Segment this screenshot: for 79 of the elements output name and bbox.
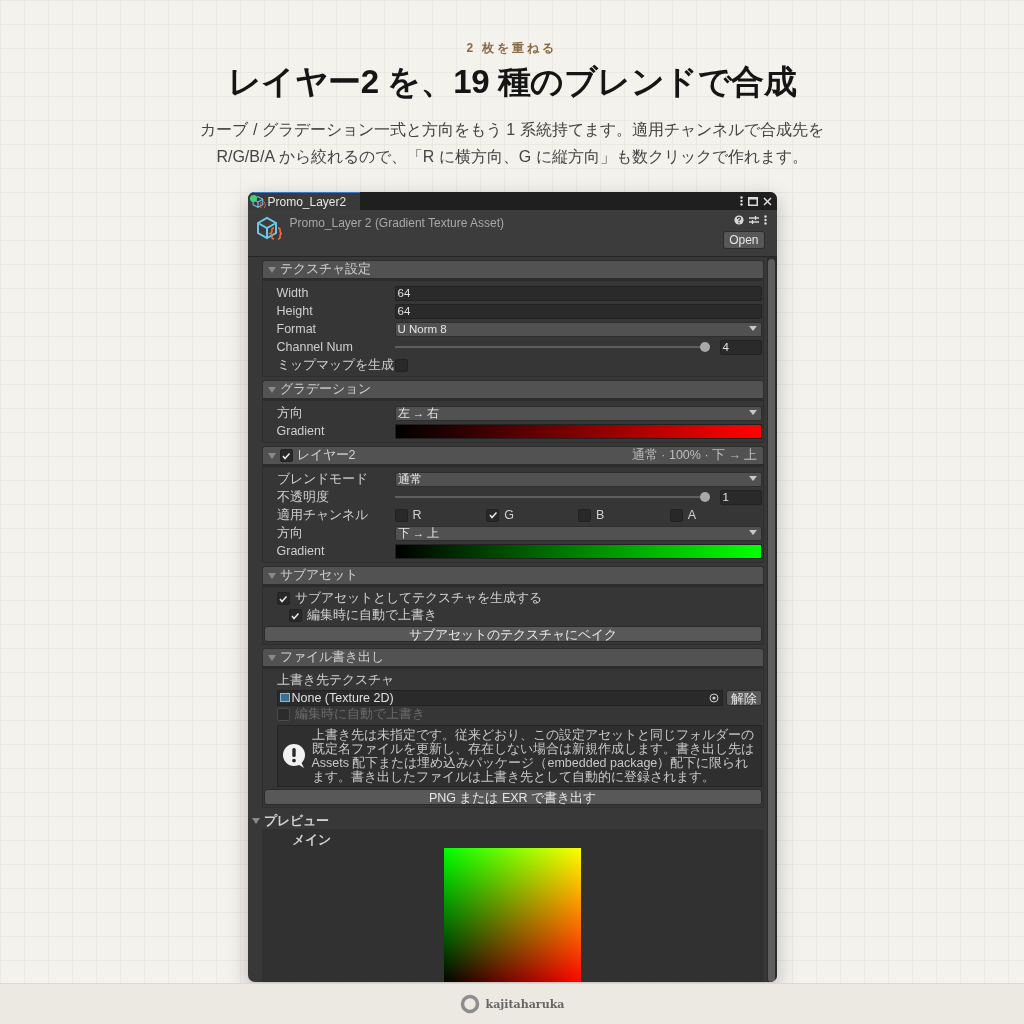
help-icon[interactable] [733, 215, 744, 225]
action-button[interactable]: PNG または EXR で書き出す [263, 789, 762, 805]
target-icon[interactable] [708, 692, 719, 703]
section-summary: 通常 · 100% · 下 → 上 [631, 447, 758, 464]
texture-icon [279, 693, 290, 702]
action-button[interactable]: サブアセットのテクスチャにベイク [263, 626, 762, 642]
caret-icon [748, 326, 757, 332]
gradient-bar[interactable] [394, 543, 762, 559]
preview-label: メイン [290, 832, 332, 847]
checkbox[interactable] [279, 449, 293, 462]
dropdown[interactable]: 下 → 上 [394, 525, 762, 541]
channel-label: B [596, 508, 605, 522]
channel-label: G [504, 508, 514, 522]
more-icon[interactable] [739, 196, 743, 206]
option-label: サブアセットとしてテクスチャを生成する [294, 590, 542, 607]
slider-thumb[interactable] [699, 492, 710, 502]
caret-icon [748, 476, 757, 482]
logo-ring-icon [459, 994, 480, 1014]
field-label: ミップマップを生成 [276, 356, 395, 374]
section-header[interactable]: テクスチャ設定 [261, 260, 764, 278]
field-label: 方向 [276, 524, 304, 542]
option-label: 編集時に自動で上書き [306, 607, 437, 624]
number-field[interactable]: 4 [719, 339, 762, 355]
eyebrow-text: 2 枚を重ねる [466, 40, 558, 56]
tab-title: Promo_Layer2 [267, 194, 347, 209]
number-field[interactable]: 64 [394, 285, 762, 301]
field-label: ブレンドモード [276, 470, 369, 488]
dropdown[interactable]: 左 → 右 [394, 405, 762, 421]
help-text: 上書き先は未指定です。従来どおり、この設定アセットと同じフォルダーの既定名ファイルを更新し、存在しない場合は新規作成します。書き出し先は Assets 配下または埋め込みパッケージ（embedded package）配下に限られます。書き出したファイルは上書き先として自動的に登録されます。 [311, 728, 755, 784]
window-tab[interactable]: Promo_Layer2 [247, 192, 361, 210]
lead-paragraph: カーブ / グラデーション一式と方向をもう 1 系統持てます。適用チャンネルで合成先を R/G/B/A から絞れるので、「R に横方向、G に縦方向」も数クリックで作れます。 [199, 120, 825, 167]
field-label: 上書き先テクスチャ [276, 672, 395, 689]
section-header[interactable]: サブアセット [261, 566, 764, 584]
field-label: Channel Num [276, 340, 354, 354]
section-header[interactable]: ファイル書き出し [261, 648, 764, 666]
expand-triangle-icon[interactable] [251, 817, 260, 825]
object-field[interactable]: None (Texture 2D) [276, 689, 723, 706]
section-title: ファイル書き出し [279, 649, 384, 666]
field-label: Gradient [276, 544, 326, 558]
slider-thumb[interactable] [699, 342, 710, 352]
asset-icon [251, 194, 266, 209]
number-field[interactable]: 64 [394, 303, 762, 319]
open-button[interactable]: Open [723, 231, 765, 249]
close-icon[interactable] [762, 196, 772, 206]
section-title: プレビュー [263, 812, 329, 830]
settings-sliders-icon[interactable] [748, 215, 759, 225]
maximize-icon[interactable] [747, 196, 758, 206]
field-label: 不透明度 [276, 488, 330, 506]
scrollbar[interactable] [766, 257, 777, 982]
channel-label: A [687, 508, 697, 522]
dropdown[interactable]: 通常 [394, 471, 762, 487]
checkbox[interactable] [276, 592, 290, 605]
section-header[interactable]: グラデーション [261, 380, 764, 398]
checkbox[interactable] [288, 609, 302, 622]
number-field[interactable]: 1 [719, 489, 762, 505]
section-title: サブアセット [279, 567, 358, 584]
brand-name: kajitaharuka [485, 997, 565, 1011]
caret-icon [748, 530, 757, 536]
section-header[interactable]: プレビュー [249, 813, 764, 829]
field-label: 適用チャンネル [276, 506, 369, 524]
section-header[interactable]: レイヤー2 通常 · 100% · 下 → 上 [261, 446, 764, 464]
caret-icon [748, 410, 757, 416]
section-title: レイヤー2 [296, 447, 356, 464]
page-title: レイヤー2 を、19 種のブレンドで合成 [227, 62, 797, 102]
field-label: Width [276, 286, 310, 300]
section-title: テクスチャ設定 [279, 261, 371, 278]
field-label: Gradient [276, 424, 326, 438]
field-label: Format [276, 322, 318, 336]
field-label: 方向 [276, 404, 304, 422]
dropdown[interactable]: U Norm 8 [394, 321, 762, 337]
channel-label: R [412, 508, 422, 522]
clear-button[interactable]: 解除 [725, 689, 762, 706]
section-title: グラデーション [279, 381, 371, 398]
more-icon[interactable] [763, 215, 767, 225]
asset-icon [255, 215, 282, 241]
asset-title: Promo_Layer 2 (Gradient Texture Asset) [289, 216, 506, 232]
checkbox[interactable] [486, 508, 500, 522]
field-label: Height [276, 304, 314, 318]
warning-icon [281, 743, 306, 769]
